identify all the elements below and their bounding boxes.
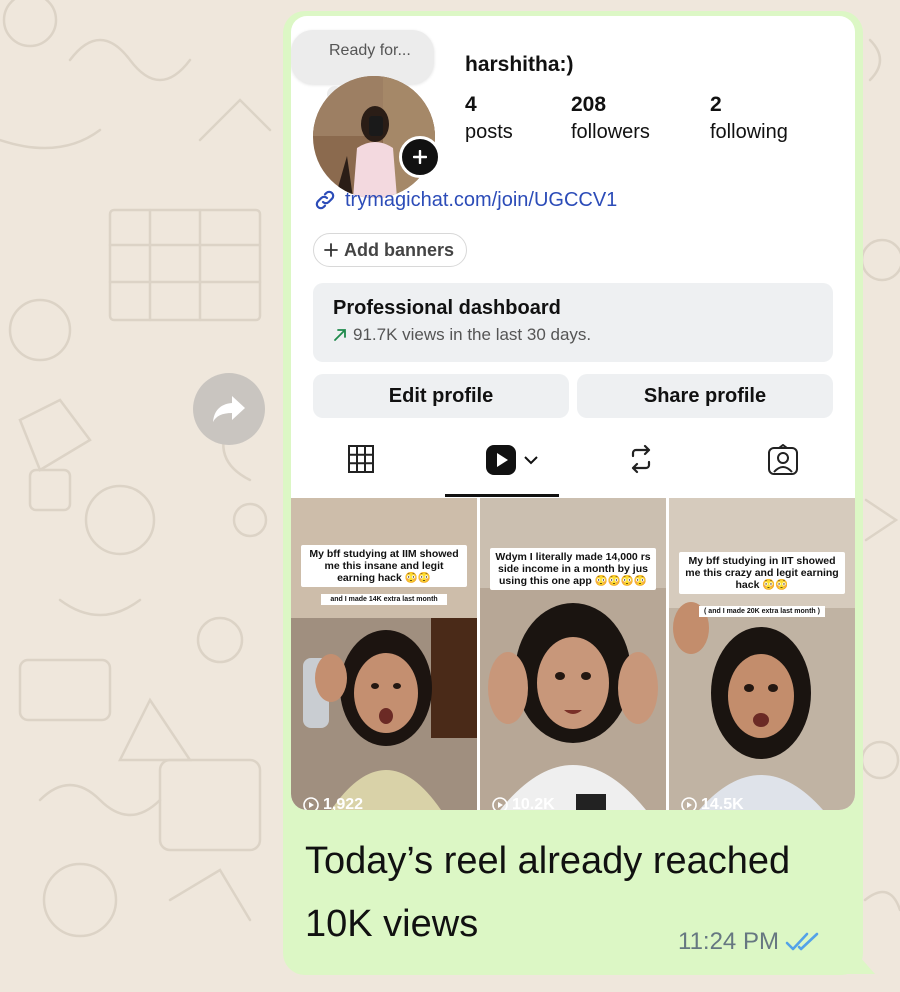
- reel-caption: My bff studying in IIT showed me this cr…: [679, 552, 845, 594]
- play-icon: [492, 797, 508, 810]
- reel-subcaption: and I made 14K extra last month: [321, 594, 447, 605]
- dashboard-title: Professional dashboard: [333, 297, 561, 319]
- add-banners-label: Add banners: [344, 239, 455, 260]
- tagged-icon: [768, 444, 798, 475]
- chevron-down-icon: [524, 456, 538, 465]
- message-time: 11:24 PM: [678, 928, 779, 955]
- following-label[interactable]: following: [710, 121, 788, 144]
- reel-thumbnail[interactable]: My bff studying at IIM showed me this in…: [291, 498, 477, 810]
- plus-icon: [324, 243, 338, 257]
- profile-username: harshitha:): [465, 53, 574, 76]
- posts-label: posts: [465, 121, 513, 143]
- profile-link-text[interactable]: trymagichat.com/join/UGCCV1: [345, 189, 617, 212]
- reel-view-count: 10.2K: [512, 796, 555, 810]
- tab-reels[interactable]: [485, 444, 539, 476]
- reels-grid: My bff studying at IIM showed me this in…: [291, 498, 855, 810]
- reel-caption: My bff studying at IIM showed me this in…: [301, 545, 467, 587]
- professional-dashboard[interactable]: Professional dashboard 91.7K views in th…: [313, 283, 833, 362]
- reel-caption: Wdym I literally made 14,000 rs side inc…: [490, 548, 656, 590]
- reel-view-count: 14.5K: [701, 796, 744, 810]
- profile-link[interactable]: trymagichat.com/join/UGCCV1: [313, 188, 617, 212]
- share-profile-button[interactable]: Share profile: [577, 374, 833, 418]
- active-tab-indicator: [445, 494, 559, 497]
- followers-count[interactable]: 208: [571, 93, 606, 117]
- posts-count: 4: [465, 93, 477, 116]
- forward-icon: [213, 396, 245, 422]
- tab-posts-grid[interactable]: [347, 444, 375, 474]
- read-receipt-icon: [785, 932, 819, 951]
- reel-views: 10.2K: [492, 796, 555, 810]
- link-icon: [315, 190, 335, 210]
- following-count[interactable]: 2: [710, 93, 722, 117]
- dashboard-subtitle: 91.7K views in the last 30 days.: [353, 325, 592, 344]
- followers-label[interactable]: followers: [571, 121, 650, 144]
- message-meta: 11:24 PM: [678, 928, 821, 956]
- reposts-icon: [631, 444, 651, 474]
- trend-up-icon: [334, 329, 346, 341]
- story-note-text: Ready for...: [329, 42, 411, 59]
- reel-views: 14.5K: [681, 796, 744, 810]
- reel-subcaption: ( and I made 20K extra last month ): [699, 606, 825, 617]
- play-icon: [303, 797, 319, 810]
- tab-tagged[interactable]: [767, 444, 799, 476]
- forward-button[interactable]: [193, 373, 265, 445]
- add-story-button[interactable]: [399, 136, 441, 178]
- grid-icon: [348, 445, 374, 473]
- edit-profile-button[interactable]: Edit profile: [313, 374, 569, 418]
- reel-views: 1,922: [303, 796, 363, 810]
- reel-thumbnail[interactable]: Wdym I literally made 14,000 rs side inc…: [480, 498, 666, 810]
- plus-icon: [413, 150, 427, 164]
- profile-tabs: [291, 436, 855, 498]
- tab-reposts[interactable]: [627, 444, 655, 474]
- instagram-profile-screenshot[interactable]: Ready for... harshitha:) 4 posts 208 fol…: [291, 16, 855, 810]
- play-icon: [681, 797, 697, 810]
- reel-view-count: 1,922: [323, 796, 364, 810]
- add-banners-button[interactable]: Add banners: [313, 233, 468, 267]
- reel-thumbnail[interactable]: My bff studying in IIT showed me this cr…: [669, 498, 855, 810]
- reels-icon: [486, 445, 516, 475]
